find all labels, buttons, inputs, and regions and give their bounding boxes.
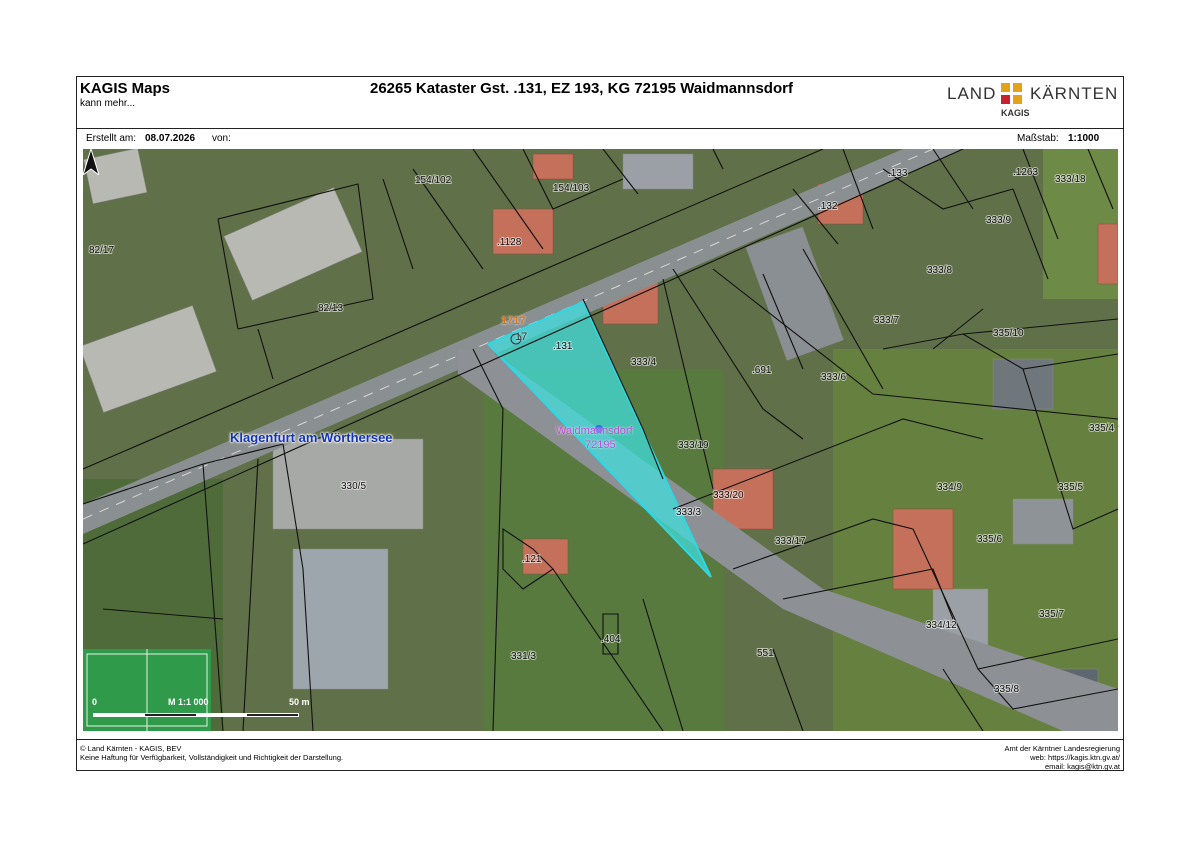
roof xyxy=(532,153,574,180)
parcel-label: 551 xyxy=(757,648,774,659)
logo-text-right: KÄRNTEN xyxy=(1030,84,1119,103)
logo-text-left: LAND xyxy=(947,84,997,103)
publisher-text: Amt der Kärntner Landesregierung xyxy=(1004,744,1121,753)
footer-divider xyxy=(76,739,1124,740)
copyright-text: © Land Kärnten - KAGIS, BEV xyxy=(80,744,182,753)
footer-left: © Land Kärnten - KAGIS, BEV Keine Haftun… xyxy=(80,744,343,762)
cadastral-community-number: 72195 xyxy=(585,439,616,451)
cadastral-community-name: Waidmannsdorf xyxy=(556,425,633,437)
parcel-label: 82/13 xyxy=(318,303,343,314)
email-link[interactable]: email: kagis@ktn.gv.at xyxy=(1005,762,1120,771)
parcel-label: 154/103 xyxy=(553,183,590,194)
parcel-label: 333/6 xyxy=(821,372,846,383)
parcel-label: 335/5 xyxy=(1058,482,1083,493)
parcel-label: 335/10 xyxy=(993,328,1024,339)
scale-bar-zero: 0 xyxy=(92,697,98,707)
parcel-label: .404 xyxy=(601,634,621,645)
land-kaernten-logo: LAND KÄRNTEN KAGIS xyxy=(947,82,1117,118)
building xyxy=(292,548,389,690)
created-label: Erstellt am: xyxy=(86,133,137,144)
parcel-label: 333/17 xyxy=(775,536,806,547)
web-link[interactable]: web: https://kagis.ktn.gv.at/ xyxy=(1005,753,1120,762)
scale-value: 1:1000 xyxy=(1068,133,1100,144)
roof xyxy=(1097,223,1118,285)
building xyxy=(622,153,694,190)
footer-right: Amt der Kärntner Landesregierung web: ht… xyxy=(1005,744,1121,771)
roof xyxy=(892,508,954,590)
scale-label: Maßstab: xyxy=(1017,133,1059,144)
parcel-label: 333/19 xyxy=(678,440,709,451)
parcel-label: .121 xyxy=(522,554,542,565)
parcel-label: 333/9 xyxy=(986,215,1011,226)
author-label: von: xyxy=(212,133,231,144)
building xyxy=(992,358,1054,410)
parcel-label: 333/7 xyxy=(874,315,899,326)
app-title: KAGIS Maps xyxy=(80,80,171,97)
parcel-label: 330/5 xyxy=(341,481,366,492)
parcel-label: .1128 xyxy=(497,237,522,248)
parcel-label: .1263 xyxy=(1013,167,1038,178)
parcel-label: 82/17 xyxy=(89,245,114,256)
parcel-label: 334/9 xyxy=(937,482,962,493)
coat-of-arms-icon xyxy=(1001,83,1023,105)
parcel-label: .131 xyxy=(553,341,573,352)
parcel-label: 335/4 xyxy=(1089,423,1114,434)
parcel-label: 334/12 xyxy=(926,620,957,631)
parcel-label: 154/102 xyxy=(415,175,452,186)
building xyxy=(1012,498,1074,545)
logo-subtext: KAGIS xyxy=(1001,108,1030,118)
parcel-label: 333/8 xyxy=(927,265,952,276)
parcel-label: 333/3 xyxy=(676,507,701,518)
scale-bar-ratio: M 1:1 000 xyxy=(168,697,209,707)
parcel-label: 333/4 xyxy=(631,357,656,368)
parcel-label: 335/6 xyxy=(977,534,1002,545)
parcel-label: 335/7 xyxy=(1039,609,1064,620)
town-label: Klagenfurt am Wörthersee xyxy=(230,430,393,445)
disclaimer-text: Keine Haftung für Verfügbarkeit, Vollstä… xyxy=(80,753,344,762)
document-title: 26265 Kataster Gst. .131, EZ 193, KG 721… xyxy=(370,80,793,97)
parcel-label: 331/3 xyxy=(511,651,536,662)
created-date: 08.07.2026 xyxy=(145,133,196,144)
header-divider xyxy=(76,128,1124,129)
north-arrow-icon xyxy=(83,149,99,175)
scale-bar-end: 50 m xyxy=(289,697,310,707)
marker-label-orange: 1717 xyxy=(501,315,526,327)
parcel-label: 333/20 xyxy=(713,490,744,501)
scale-bar xyxy=(93,713,299,717)
parcel-label: .133 xyxy=(888,168,908,179)
marker-label-grey: 17 xyxy=(515,331,528,343)
parcel-label: .132 xyxy=(818,201,838,212)
parcel-label: 335/8 xyxy=(994,684,1019,695)
parcel-label: .691 xyxy=(752,365,772,376)
app-subtitle: kann mehr... xyxy=(80,98,136,109)
map-viewport[interactable]: 154/102 154/103 .1128 82/17 82/13 .133 .… xyxy=(83,149,1118,731)
parcel-label: 333/18 xyxy=(1055,174,1086,185)
